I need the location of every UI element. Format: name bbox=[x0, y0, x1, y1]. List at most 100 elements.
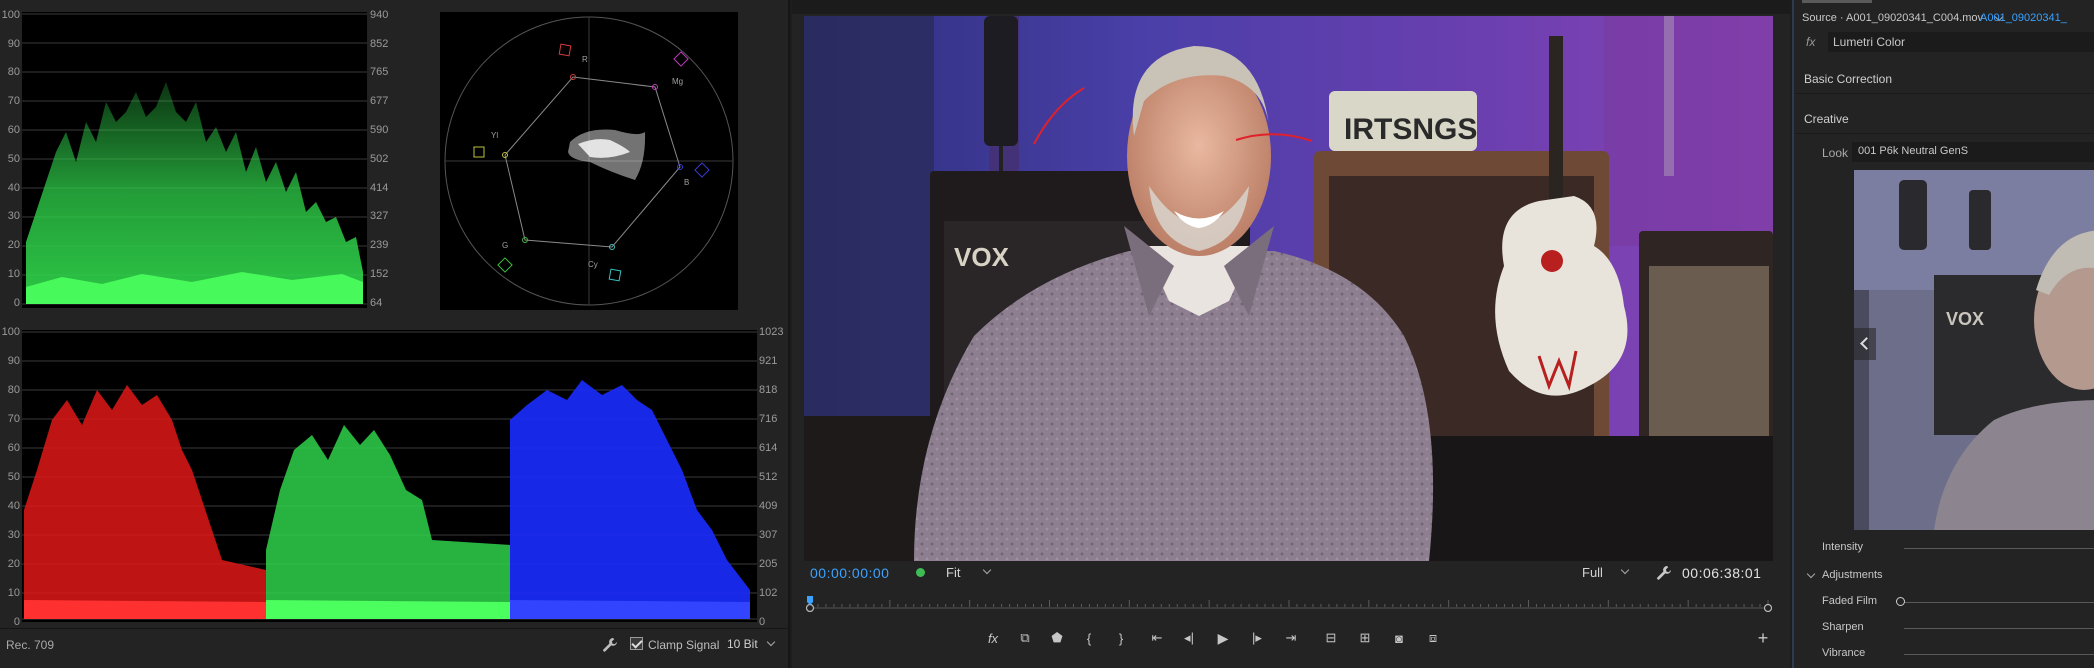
amp-logo-text: VOX bbox=[954, 242, 1010, 272]
tick-label: 307 bbox=[759, 529, 778, 541]
intensity-label: Intensity bbox=[1822, 541, 1863, 553]
tick-label: 20 bbox=[7, 558, 20, 570]
zoom-level-dropdown[interactable]: Fit bbox=[940, 562, 998, 582]
insert-overwrite-icon[interactable]: ⧉ bbox=[1014, 628, 1036, 648]
fx-icon[interactable]: fx bbox=[982, 628, 1004, 648]
tick-label: 50 bbox=[7, 471, 20, 483]
time-ruler[interactable] bbox=[805, 596, 1773, 613]
panel-tab-indicator bbox=[1802, 0, 1872, 3]
effect-header-row: fx Lumetri Color bbox=[1794, 32, 2094, 54]
tick-label: 100 bbox=[1, 326, 20, 338]
tick-label: 0 bbox=[13, 616, 20, 628]
tick-label: 40 bbox=[7, 182, 20, 194]
zoom-level-value: Fit bbox=[946, 565, 961, 580]
tick-label: 100 bbox=[1, 9, 20, 21]
parade-axis-left: 100 90 80 70 60 50 40 30 20 10 0 bbox=[0, 325, 20, 628]
adjustments-row[interactable]: Adjustments bbox=[1794, 568, 2094, 584]
waveform-axis-left: 100 90 80 70 60 50 40 30 20 10 0 bbox=[0, 0, 20, 310]
add-marker-icon[interactable]: ⬟ bbox=[1046, 628, 1068, 648]
tick-label: 50 bbox=[7, 153, 20, 165]
tick-label: 10 bbox=[7, 268, 20, 280]
tick-label: 327 bbox=[370, 210, 389, 222]
extract-icon[interactable]: ⊞ bbox=[1354, 628, 1376, 648]
tick-label: 90 bbox=[7, 355, 20, 367]
program-monitor-header bbox=[792, 0, 1790, 14]
tick-label: 414 bbox=[370, 182, 389, 194]
tick-label: 90 bbox=[7, 38, 20, 50]
tick-label: 614 bbox=[759, 442, 778, 454]
look-dropdown[interactable]: 001 P6k Neutral GenS bbox=[1852, 142, 2094, 162]
tick-label: 60 bbox=[7, 442, 20, 454]
tick-label: 40 bbox=[7, 500, 20, 512]
go-to-in-icon[interactable]: ⇤ bbox=[1146, 628, 1168, 648]
video-frame[interactable]: VOX IRTSNGS bbox=[804, 16, 1773, 561]
in-point-handle[interactable] bbox=[805, 603, 815, 613]
lift-icon[interactable]: ⊟ bbox=[1320, 628, 1342, 648]
vectorscope: R Mg B Cy G Yl bbox=[440, 12, 738, 310]
look-label: Look bbox=[1822, 146, 1849, 160]
step-back-icon[interactable]: ◂| bbox=[1178, 628, 1200, 648]
tick-label: 64 bbox=[370, 297, 383, 309]
playback-resolution-dropdown[interactable]: Full bbox=[1576, 562, 1636, 582]
playhead[interactable] bbox=[807, 596, 813, 605]
tick-label: 940 bbox=[370, 9, 389, 21]
fx-icon[interactable]: fx bbox=[1806, 35, 1815, 49]
color-space-label[interactable]: Rec. 709 bbox=[6, 638, 54, 652]
chevron-left-icon[interactable] bbox=[1854, 328, 1876, 360]
mark-in-icon[interactable]: { bbox=[1078, 628, 1100, 648]
faded-film-slider[interactable] bbox=[1904, 602, 2094, 603]
source-clip-label[interactable]: Source · A001_09020341_C004.mov bbox=[1802, 12, 1983, 24]
tick-label: 716 bbox=[759, 413, 778, 425]
creative-section[interactable]: Creative bbox=[1794, 104, 2094, 134]
current-timecode[interactable]: 00:00:00:00 bbox=[810, 565, 889, 581]
tick-label: 677 bbox=[370, 95, 389, 107]
tick-label: 502 bbox=[370, 153, 389, 165]
chevron-down-icon bbox=[982, 565, 992, 575]
chevron-down-icon bbox=[1806, 569, 1816, 579]
tick-label: 70 bbox=[7, 95, 20, 107]
tick-label: 70 bbox=[7, 413, 20, 425]
intensity-slider[interactable] bbox=[1904, 548, 2094, 549]
settings-wrench-icon[interactable] bbox=[1656, 565, 1672, 581]
source-clip-row: Source · A001_09020341_C004.mov A001_090… bbox=[1802, 12, 2094, 24]
preview-amp-logo-text: VOX bbox=[1946, 309, 1984, 329]
go-to-out-icon[interactable]: ⇥ bbox=[1280, 628, 1302, 648]
vibrance-row: Vibrance bbox=[1794, 646, 2094, 662]
luma-waveform-graph bbox=[22, 13, 367, 305]
time-ruler-graph bbox=[805, 596, 1773, 613]
bit-depth-dropdown[interactable]: 10 Bit bbox=[722, 634, 780, 654]
look-preview-thumbnail[interactable]: VOX bbox=[1854, 170, 2094, 530]
tick-label: 30 bbox=[7, 529, 20, 541]
tick-label: 765 bbox=[370, 66, 389, 78]
mark-out-icon[interactable]: } bbox=[1110, 628, 1132, 648]
tick-label: 20 bbox=[7, 239, 20, 251]
export-frame-icon[interactable]: ◙ bbox=[1388, 628, 1410, 648]
play-icon[interactable]: ▶ bbox=[1212, 628, 1234, 648]
look-value: 001 P6k Neutral GenS bbox=[1858, 145, 1969, 157]
clamp-signal-label: Clamp Signal bbox=[648, 638, 720, 652]
tick-label: 30 bbox=[7, 210, 20, 222]
wrench-icon[interactable] bbox=[602, 637, 618, 653]
scopes-footer: Rec. 709 Clamp Signal 10 Bit bbox=[0, 628, 788, 668]
effect-name-box[interactable]: Lumetri Color bbox=[1828, 32, 2094, 52]
tick-label: 0 bbox=[13, 297, 20, 309]
step-forward-icon[interactable]: |▸ bbox=[1246, 628, 1268, 648]
tick-label: 205 bbox=[759, 558, 778, 570]
out-point-handle[interactable] bbox=[1763, 603, 1773, 613]
clamp-signal-checkbox[interactable] bbox=[630, 637, 643, 650]
program-monitor: VOX IRTSNGS 00:00:00:00 Fit Full 00:06:3… bbox=[792, 0, 1790, 668]
comparison-view-icon[interactable]: ⧈ bbox=[1422, 628, 1444, 648]
license-plate-text: IRTSNGS bbox=[1344, 113, 1477, 146]
vibrance-slider[interactable] bbox=[1904, 654, 2094, 655]
basic-correction-section[interactable]: Basic Correction bbox=[1794, 64, 2094, 94]
sharpen-slider[interactable] bbox=[1904, 628, 2094, 629]
sequence-clip-link[interactable]: A001_09020341_ bbox=[1980, 12, 2067, 24]
bit-depth-value: 10 Bit bbox=[727, 637, 758, 651]
vector-label-g: G bbox=[502, 241, 508, 250]
basic-correction-title: Basic Correction bbox=[1804, 72, 1893, 86]
sharpen-label: Sharpen bbox=[1822, 621, 1864, 633]
lumetri-scopes-panel: 100 90 80 70 60 50 40 30 20 10 0 940 852… bbox=[0, 0, 790, 668]
faded-film-slider-handle[interactable] bbox=[1896, 597, 1905, 606]
add-button-icon[interactable]: + bbox=[1752, 628, 1774, 648]
vector-label-b: B bbox=[684, 178, 689, 187]
